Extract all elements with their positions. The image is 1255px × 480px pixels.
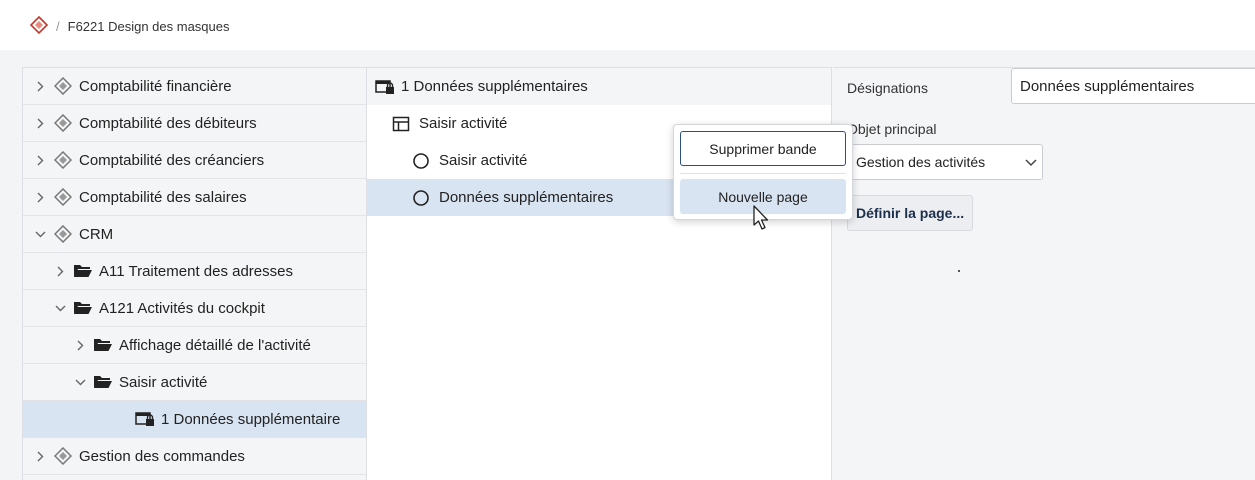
tree-item[interactable]: Comptabilité des débiteurs <box>23 105 366 142</box>
chevron-down-icon <box>1020 154 1042 170</box>
tree-item-label: Affichage détaillé de l'activité <box>119 336 311 354</box>
chevron-down-icon[interactable] <box>73 379 87 386</box>
chevron-down-icon[interactable] <box>33 231 47 238</box>
designations-input[interactable]: Données supplémentaires <box>1011 68 1255 104</box>
structure-item-label: Saisir activité <box>419 115 508 132</box>
tree-item[interactable]: Comptabilité financière <box>23 68 366 105</box>
tree-item[interactable]: Affichage détaillé de l'activité <box>23 327 366 364</box>
tree-item-label: 1 Données supplémentaire <box>161 410 341 428</box>
locked-form-icon <box>375 79 395 95</box>
chevron-right-icon[interactable] <box>33 81 47 92</box>
tree-item[interactable]: Comptabilité des salaires <box>23 179 366 216</box>
tree-item[interactable]: A11 Traitement des adresses <box>23 253 366 290</box>
chevron-right-icon[interactable] <box>33 451 47 462</box>
module-icon <box>53 188 73 206</box>
chevron-right-icon[interactable] <box>33 192 47 203</box>
structure-item-label: Saisir activité <box>439 152 528 169</box>
main-object-select[interactable]: Gestion des activités <box>847 144 1043 180</box>
navigation-tree: Comptabilité financière Comptabilité des … <box>22 67 367 480</box>
tree-item[interactable]: Gestion des commandes <box>23 438 366 475</box>
tree-item[interactable]: Saisir activité <box>23 364 366 401</box>
main-object-value: Gestion des activités <box>856 154 986 170</box>
properties-panel: Désignations Données supplémentaires Obj… <box>833 67 1255 480</box>
tree-item[interactable]: Comptabilité des créanciers <box>23 142 366 179</box>
tree-item[interactable]: A121 Activités du cockpit <box>23 290 366 327</box>
chevron-right-icon[interactable] <box>73 340 87 351</box>
tree-item-label: A11 Traitement des adresses <box>99 262 293 280</box>
breadcrumb: / F6221 Design des masques <box>29 0 230 52</box>
tree-item-label: A121 Activités du cockpit <box>99 299 265 317</box>
module-icon <box>53 114 73 132</box>
tree-item-label: CRM <box>79 225 114 243</box>
locked-form-icon <box>135 411 155 427</box>
tree-item-label: Comptabilité des créanciers <box>79 151 265 169</box>
structure-item-label: Données supplémentaires <box>439 189 614 206</box>
main-object-label: Objet principal <box>847 121 937 137</box>
chevron-down-icon[interactable] <box>53 305 67 312</box>
module-icon <box>53 447 73 465</box>
tree-item-label: Saisir activité <box>119 373 208 391</box>
chevron-right-icon[interactable] <box>33 155 47 166</box>
designations-label: Désignations <box>847 80 928 96</box>
layout-icon <box>391 116 411 132</box>
module-icon <box>53 225 73 243</box>
delete-band-menu-item[interactable]: Supprimer bande <box>680 131 846 166</box>
circle-icon <box>411 189 431 206</box>
chevron-right-icon[interactable] <box>33 118 47 129</box>
folder-open-icon <box>93 337 113 353</box>
artifact-dot <box>958 270 960 272</box>
tree-item[interactable]: 1 Données supplémentaire <box>23 401 366 438</box>
chevron-right-icon[interactable] <box>53 266 67 277</box>
folder-open-icon <box>93 374 113 390</box>
context-menu-separator <box>680 173 846 174</box>
tree-item-label: Comptabilité des débiteurs <box>79 114 257 132</box>
folder-open-icon <box>73 300 93 316</box>
breadcrumb-current: F6221 Design des masques <box>67 18 230 34</box>
define-page-button[interactable]: Définir la page... <box>847 195 974 231</box>
module-icon <box>53 77 73 95</box>
module-icon <box>53 151 73 169</box>
mouse-cursor-icon <box>753 205 769 230</box>
designations-value: Données supplémentaires <box>1020 77 1195 95</box>
tree-item-label: Gestion des commandes <box>79 447 245 465</box>
module-icon[interactable] <box>29 15 49 37</box>
tree-item-label: Comptabilité financière <box>79 77 232 95</box>
structure-header[interactable]: 1 Données supplémentaires <box>367 68 831 105</box>
tree-item-label: Comptabilité des salaires <box>79 188 247 206</box>
folder-open-icon <box>73 263 93 279</box>
tree-item[interactable]: CRM <box>23 216 366 253</box>
circle-icon <box>411 152 431 169</box>
breadcrumb-separator: / <box>56 18 60 34</box>
structure-header-label: 1 Données supplémentaires <box>401 78 588 95</box>
